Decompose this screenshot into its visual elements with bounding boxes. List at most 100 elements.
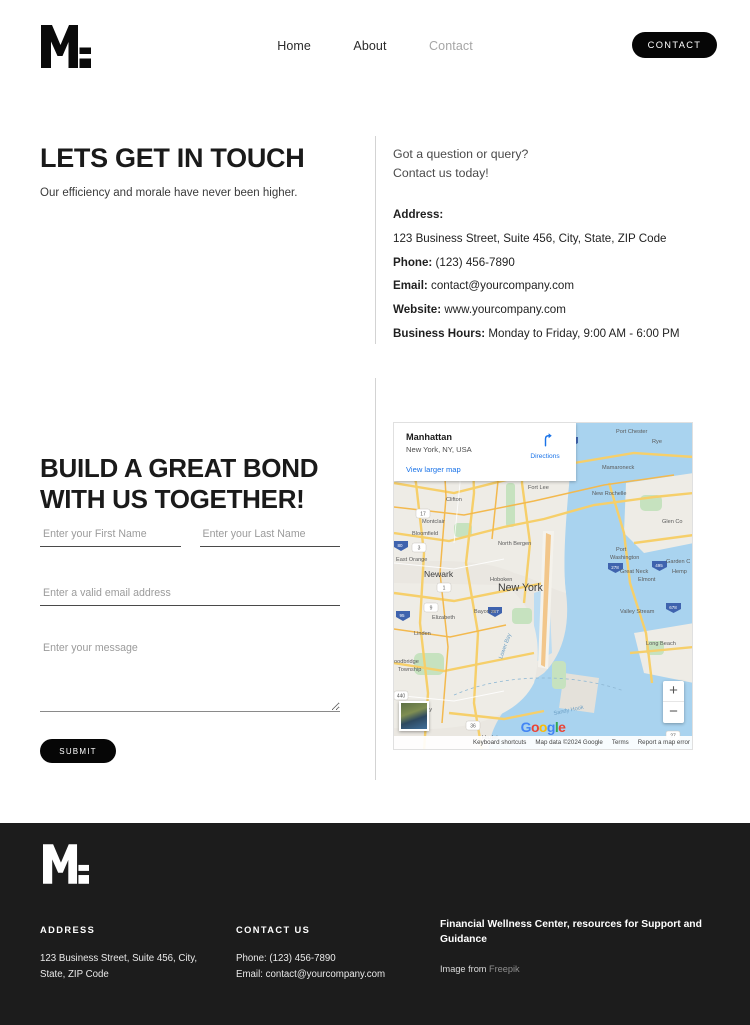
svg-text:Glen Co: Glen Co xyxy=(662,519,683,525)
svg-text:Great Neck: Great Neck xyxy=(620,569,648,575)
email-input[interactable] xyxy=(40,587,340,606)
email-value: contact@yourcompany.com xyxy=(431,279,575,293)
svg-text:Township: Township xyxy=(398,667,421,673)
site-footer: ADDRESS 123 Business Street, Suite 456, … xyxy=(0,823,750,1025)
map-zoom-in-button[interactable]: + xyxy=(663,681,684,702)
map-attribution-bar: Keyboard shortcuts Map data ©2024 Google… xyxy=(394,736,692,749)
map-zoom-controls[interactable]: + − xyxy=(663,681,684,723)
section-divider-bottom xyxy=(375,378,376,780)
form-title: BUILD A GREAT BOND WITH US TOGETHER! xyxy=(40,453,360,514)
phone-row: Phone: (123) 456-7890 xyxy=(393,251,713,275)
map-zoom-out-button[interactable]: − xyxy=(663,702,684,723)
svg-text:New York: New York xyxy=(498,582,543,594)
phone-label: Phone: xyxy=(393,255,433,269)
svg-text:Valley Stream: Valley Stream xyxy=(620,609,655,615)
keyboard-shortcuts-link[interactable]: Keyboard shortcuts xyxy=(473,739,526,746)
first-name-input[interactable] xyxy=(40,528,181,547)
email-row: Email: contact@yourcompany.com xyxy=(393,274,713,298)
svg-text:North Bergen: North Bergen xyxy=(498,541,531,547)
footer-credit-column: Financial Wellness Center, resources for… xyxy=(440,918,715,974)
name-row xyxy=(40,528,340,547)
freepik-link[interactable]: Freepik xyxy=(489,964,520,974)
form-title-line2: WITH US TOGETHER! xyxy=(40,483,305,514)
svg-text:17: 17 xyxy=(420,512,426,518)
svg-text:Clifton: Clifton xyxy=(446,497,462,503)
svg-text:Montclair: Montclair xyxy=(422,519,445,525)
footer-credit-title: Financial Wellness Center, resources for… xyxy=(440,919,702,945)
page-subtitle: Our efficiency and morale have never bee… xyxy=(40,187,298,199)
form-title-line1: BUILD A GREAT BOND xyxy=(40,453,319,483)
google-map[interactable]: 24 17 3 1 9 440 36 27 xyxy=(393,422,693,750)
svg-text:Garden C: Garden C xyxy=(666,559,690,565)
footer-logo[interactable] xyxy=(43,844,89,884)
directions-label: Directions xyxy=(530,453,560,460)
contact-lead: Got a question or query? Contact us toda… xyxy=(393,145,713,184)
svg-text:East Orange: East Orange xyxy=(396,557,427,563)
map-data-text: Map data ©2024 Google xyxy=(535,739,603,746)
svg-text:Bayonne: Bayonne xyxy=(474,609,496,615)
section-divider-top xyxy=(375,136,376,344)
submit-button[interactable]: SUBMIT xyxy=(40,739,116,763)
svg-text:New Rochelle: New Rochelle xyxy=(592,491,627,497)
google-wordmark: Google xyxy=(520,719,566,735)
svg-text:Long Beach: Long Beach xyxy=(646,641,676,647)
phone-value: (123) 456-7890 xyxy=(435,255,515,269)
page-title: LETS GET IN TOUCH xyxy=(40,143,305,173)
website-value: www.yourcompany.com xyxy=(444,303,566,317)
svg-text:80: 80 xyxy=(397,543,403,548)
address-label-row: Address: xyxy=(393,203,713,227)
svg-text:Elizabeth: Elizabeth xyxy=(432,615,455,621)
website-row: Website: www.yourcompany.com xyxy=(393,298,713,322)
footer-credit-prefix: Image from xyxy=(440,964,490,975)
last-name-input[interactable] xyxy=(199,528,340,547)
address-value: 123 Business Street, Suite 456, City, St… xyxy=(393,231,667,245)
footer-contact-phone: Phone: (123) 456-7890 xyxy=(236,953,336,964)
svg-text:Newark: Newark xyxy=(424,569,454,579)
hours-value: Monday to Friday, 9:00 AM - 6:00 PM xyxy=(488,327,680,341)
svg-text:Elmont: Elmont xyxy=(638,577,656,583)
svg-text:Washington: Washington xyxy=(610,555,639,561)
map-directions-button[interactable]: Directions xyxy=(522,432,568,460)
website-label: Website: xyxy=(393,303,442,317)
hours-row: Business Hours: Monday to Friday, 9:00 A… xyxy=(393,322,713,346)
svg-text:36: 36 xyxy=(470,724,476,730)
svg-text:Mamaroneck: Mamaroneck xyxy=(602,465,635,471)
svg-text:Rye: Rye xyxy=(652,439,662,445)
footer-contact-email: Email: contact@yourcompany.com xyxy=(236,968,386,980)
terms-link[interactable]: Terms xyxy=(612,739,629,746)
svg-text:9: 9 xyxy=(430,606,433,612)
svg-text:440: 440 xyxy=(397,694,406,700)
contact-info-list: Address: 123 Business Street, Suite 456,… xyxy=(393,203,713,346)
email-label: Email: xyxy=(393,279,428,293)
svg-text:Port: Port xyxy=(616,547,627,553)
street-view-thumbnail[interactable] xyxy=(399,701,429,731)
contact-form: SUBMIT xyxy=(40,528,340,763)
svg-text:95: 95 xyxy=(399,613,405,618)
contact-info-section: LETS GET IN TOUCH Our efficiency and mor… xyxy=(0,0,750,390)
contact-lead-line2: Contact us today! xyxy=(393,166,489,181)
svg-text:495: 495 xyxy=(655,563,663,568)
view-larger-map-link[interactable]: View larger map xyxy=(406,465,566,474)
svg-text:Bloomfield: Bloomfield xyxy=(412,531,438,537)
svg-text:Hemp: Hemp xyxy=(672,569,687,575)
directions-icon xyxy=(544,433,552,447)
svg-text:oodbridge: oodbridge xyxy=(394,659,419,665)
map-info-card: Manhattan New York, NY, USA View larger … xyxy=(394,423,576,481)
footer-contact-column: CONTACT US Phone: (123) 456-7890 Email: … xyxy=(236,925,426,982)
svg-text:Fort Lee: Fort Lee xyxy=(528,485,549,491)
contact-lead-line1: Got a question or query? xyxy=(393,147,529,161)
svg-text:Port Chester: Port Chester xyxy=(616,429,648,435)
svg-text:Linden: Linden xyxy=(414,631,431,637)
footer-logo-m-icon xyxy=(43,844,89,884)
footer-address-heading: ADDRESS xyxy=(40,925,96,935)
footer-address-column: ADDRESS 123 Business Street, Suite 456, … xyxy=(40,925,210,982)
page-root: Home About Contact CONTACT LETS GET IN T… xyxy=(0,0,750,1025)
report-map-error-link[interactable]: Report a map error xyxy=(638,739,690,746)
footer-address-body: 123 Business Street, Suite 456, City, St… xyxy=(40,953,198,980)
footer-image-credit: Image from Freepik xyxy=(440,964,715,974)
message-textarea[interactable] xyxy=(40,642,340,712)
svg-text:3: 3 xyxy=(418,546,421,552)
svg-text:278: 278 xyxy=(611,565,619,570)
